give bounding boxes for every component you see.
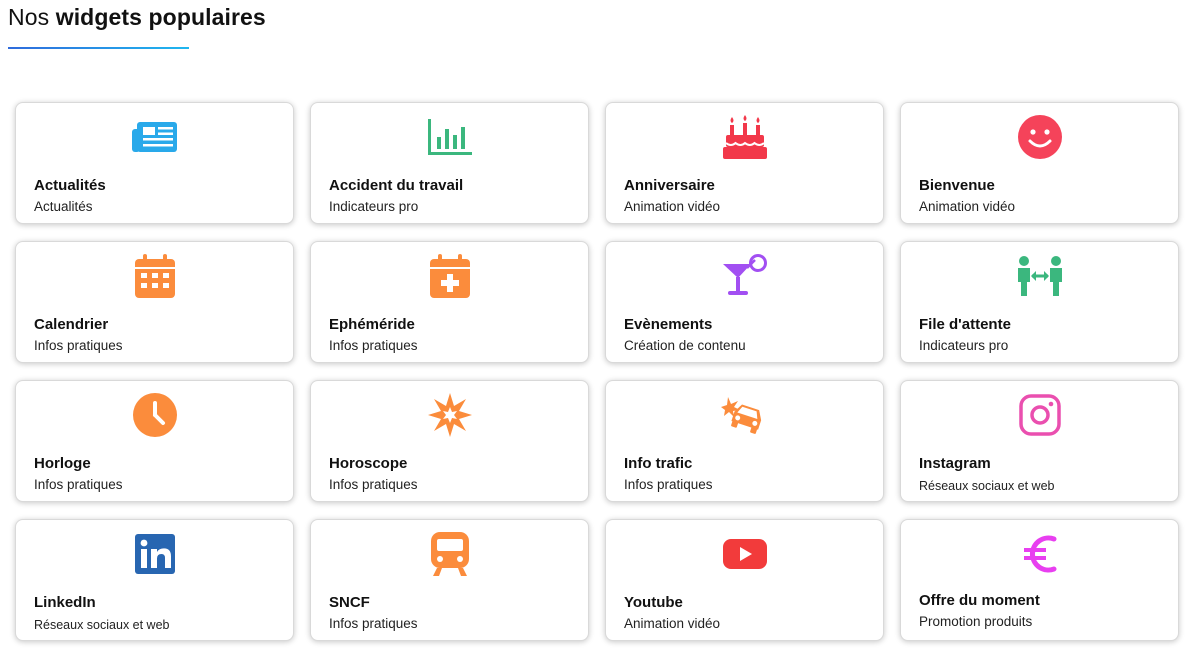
widget-subtitle: Infos pratiques: [34, 338, 123, 353]
widget-subtitle: Promotion produits: [919, 614, 1033, 629]
heading-underline: [8, 47, 189, 49]
widget-title: Accident du travail: [329, 177, 464, 194]
widget-card-calendrier[interactable]: Calendrier Infos pratiques: [15, 241, 294, 363]
widget-card-linkedin[interactable]: LinkedIn Réseaux sociaux et web: [15, 519, 294, 641]
car-crash-icon: [720, 391, 769, 439]
calendar-plus-icon: [426, 252, 474, 300]
widget-card-bienvenue[interactable]: Bienvenue Animation vidéo: [900, 102, 1179, 224]
widgets-grid: Actualités Actualités Accident du travai…: [15, 102, 1179, 641]
widget-title: Anniversaire: [624, 177, 715, 194]
sun-star-icon: [426, 391, 474, 439]
widget-card-ephemeride[interactable]: Ephéméride Infos pratiques: [310, 241, 589, 363]
widget-subtitle: Animation vidéo: [624, 616, 721, 631]
widget-card-youtube[interactable]: Youtube Animation vidéo: [605, 519, 884, 641]
widget-card-info-trafic[interactable]: Info trafic Infos pratiques: [605, 380, 884, 502]
birthday-cake-icon: [721, 113, 769, 161]
queue-people-icon: [1016, 252, 1064, 300]
widget-title: Ephéméride: [329, 316, 415, 333]
widget-card-sncf[interactable]: SNCF Infos pratiques: [310, 519, 589, 641]
widget-title: File d'attente: [919, 316, 1011, 333]
page-title: Nos widgets populaires: [8, 4, 266, 31]
widget-subtitle: Animation vidéo: [624, 199, 721, 214]
youtube-icon: [721, 530, 769, 578]
cocktail-icon: [721, 252, 769, 300]
page-title-strong: widgets populaires: [55, 4, 266, 30]
widget-card-anniversaire[interactable]: Anniversaire Animation vidéo: [605, 102, 884, 224]
widget-title: Actualités: [34, 177, 106, 194]
widget-card-instagram[interactable]: Instagram Réseaux sociaux et web: [900, 380, 1179, 502]
widget-card-accident-du-travail[interactable]: Accident du travail Indicateurs pro: [310, 102, 589, 224]
widget-title: Instagram: [919, 455, 991, 472]
widget-subtitle: Infos pratiques: [34, 477, 123, 492]
widget-title: LinkedIn: [34, 594, 96, 611]
widget-subtitle: Infos pratiques: [329, 338, 418, 353]
widget-card-file-d-attente[interactable]: File d'attente Indicateurs pro: [900, 241, 1179, 363]
bar-chart-icon: [426, 113, 474, 161]
widget-subtitle: Actualités: [34, 199, 93, 214]
widget-subtitle: Réseaux sociaux et web: [919, 479, 1055, 493]
widget-subtitle: Infos pratiques: [624, 477, 713, 492]
widget-subtitle: Infos pratiques: [329, 477, 418, 492]
widget-subtitle: Création de contenu: [624, 338, 746, 353]
widget-card-actualites[interactable]: Actualités Actualités: [15, 102, 294, 224]
euro-icon: [1016, 530, 1064, 578]
widget-title: Evènements: [624, 316, 713, 333]
widget-card-evenements[interactable]: Evènements Création de contenu: [605, 241, 884, 363]
smiley-icon: [1016, 113, 1064, 161]
widget-title: Bienvenue: [919, 177, 995, 194]
widget-subtitle: Infos pratiques: [329, 616, 418, 631]
widget-card-offre-du-moment[interactable]: Offre du moment Promotion produits: [900, 519, 1179, 641]
widget-card-horoscope[interactable]: Horoscope Infos pratiques: [310, 380, 589, 502]
page-title-prefix: Nos: [8, 4, 50, 30]
calendar-icon: [131, 252, 179, 300]
widget-title: Youtube: [624, 594, 683, 611]
train-icon: [426, 530, 474, 578]
widget-subtitle: Animation vidéo: [919, 199, 1016, 214]
widget-subtitle: Indicateurs pro: [919, 338, 1009, 353]
widget-title: Info trafic: [624, 455, 693, 472]
widget-title: SNCF: [329, 594, 370, 611]
instagram-icon: [1016, 391, 1064, 439]
widget-title: Offre du moment: [919, 592, 1040, 609]
widget-title: Horoscope: [329, 455, 408, 472]
widget-subtitle: Réseaux sociaux et web: [34, 618, 170, 632]
widget-title: Calendrier: [34, 316, 109, 333]
widget-card-horloge[interactable]: Horloge Infos pratiques: [15, 380, 294, 502]
newspaper-icon: [131, 113, 179, 161]
section-heading: Nos widgets populaires: [8, 4, 266, 31]
widget-title: Horloge: [34, 455, 91, 472]
clock-icon: [131, 391, 179, 439]
linkedin-icon: [131, 530, 179, 578]
widget-subtitle: Indicateurs pro: [329, 199, 419, 214]
